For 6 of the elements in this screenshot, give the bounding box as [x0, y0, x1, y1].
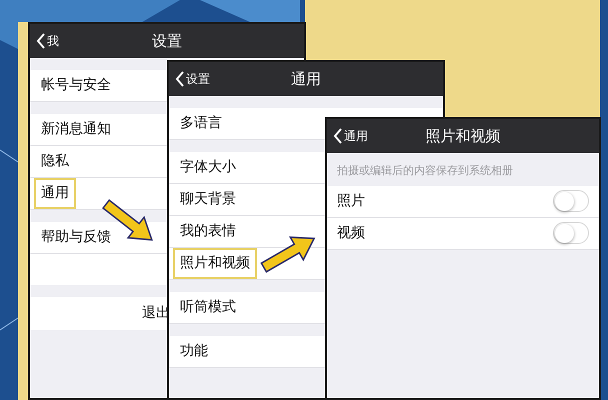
screen-title: 通用 [291, 68, 321, 90]
setting-label: 视频 [337, 224, 365, 242]
section-caption: 拍摄或编辑后的内容保存到系统相册 [336, 163, 514, 179]
screen-title: 设置 [152, 30, 182, 52]
setting-label: 照片 [337, 192, 365, 210]
screen-title: 照片和视频 [426, 126, 500, 147]
